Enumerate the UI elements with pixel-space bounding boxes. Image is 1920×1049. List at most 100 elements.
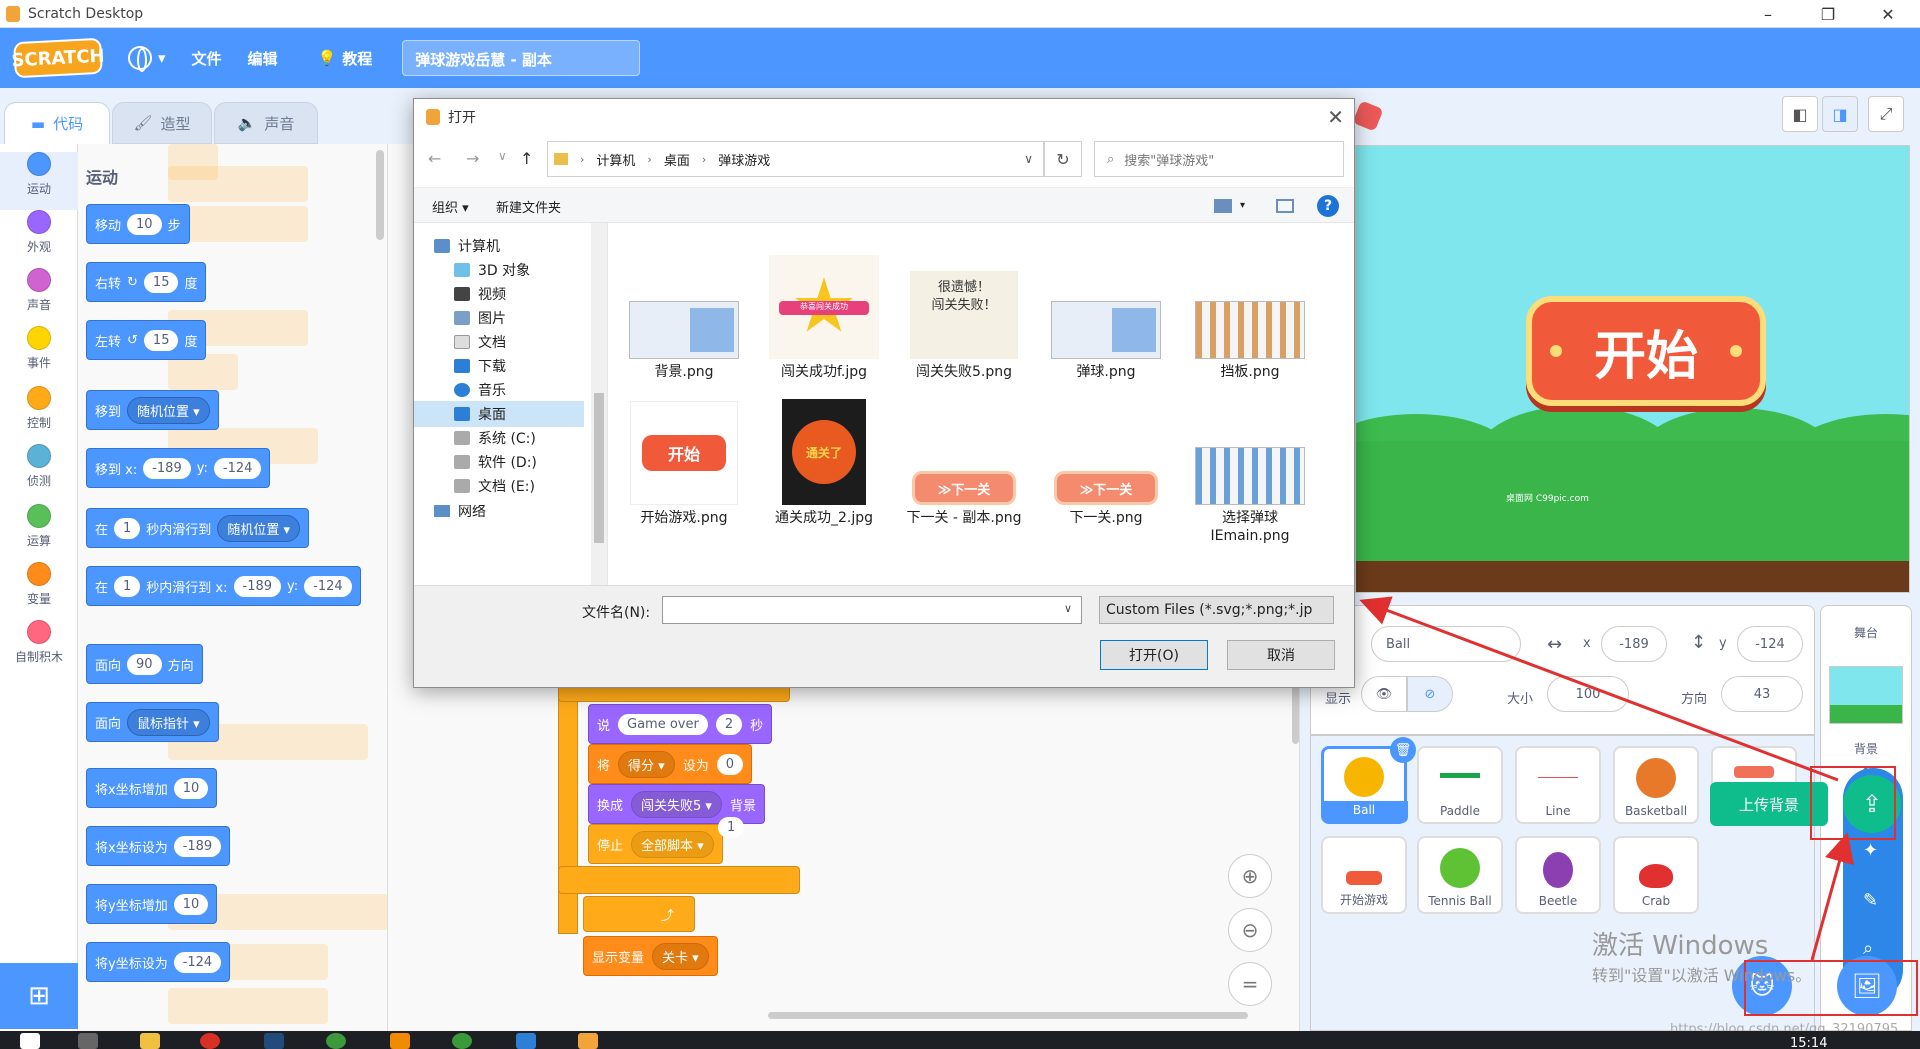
cancel-button[interactable]: 取消 [1227,640,1335,670]
small-stage-button[interactable]: ◧ [1782,96,1818,132]
show-variable-block[interactable]: 显示变量 关卡 ▾ [583,936,718,976]
tree-scroll-thumb[interactable] [594,393,604,543]
file-item[interactable]: 背景.png [619,249,749,381]
filename-input[interactable] [662,596,1082,624]
delete-sprite-button[interactable]: 🗑 [1390,737,1416,763]
palette-scrollbar[interactable] [376,150,384,240]
block-dropdown[interactable]: 关卡 ▾ [652,942,709,970]
block-text-input[interactable]: Game over [618,713,708,735]
block-number-input[interactable]: -124 [213,457,262,479]
category-variables[interactable]: 变量 [0,562,78,620]
tree-item-downloads[interactable]: 下载 [454,353,604,379]
app-icon[interactable] [390,1033,410,1049]
breadcrumb-folder[interactable]: 弹球游戏 [718,150,770,169]
new-folder-button[interactable]: 新建文件夹 [496,197,561,216]
loop-arrow-block[interactable]: ⤴ [583,896,695,932]
organize-menu[interactable]: 组织 ▾ [432,197,469,216]
category-motion[interactable]: 运动 [0,152,78,210]
change-x-block[interactable]: 将x坐标增加 10 [86,768,218,808]
file-item[interactable]: 开始 开始游戏.png [619,395,749,527]
block-dropdown[interactable]: 全部脚本 ▾ [631,830,714,858]
goto-block[interactable]: 移到 随机位置 ▾ [86,390,219,430]
chrome-icon[interactable] [200,1033,220,1049]
tree-item-music[interactable]: 音乐 [454,377,604,403]
scratch-taskbar-icon[interactable] [578,1033,598,1049]
tree-item-desktop[interactable]: 桌面 [414,401,584,427]
zoom-in-button[interactable]: ⊕ [1228,854,1272,898]
stop-block[interactable]: 停止 全部脚本 ▾ [588,824,723,864]
zoom-reset-button[interactable]: = [1228,962,1272,1006]
block-number-input[interactable]: 90 [127,653,162,675]
file-type-select[interactable]: Custom Files (*.svg;*.png;*.jp [1099,596,1334,624]
file-item[interactable]: 挡板.png [1185,249,1315,381]
file-item[interactable]: 很遗憾！ 闯关失败！ 闯关失败5.png [899,249,1029,381]
add-extension-button[interactable]: ⊞ [0,963,78,1029]
breadcrumb-computer[interactable]: 计算机 [596,150,635,169]
sprite-y-input[interactable]: -124 [1737,626,1803,662]
tree-item-pictures[interactable]: 图片 [454,305,604,331]
sprite-size-input[interactable]: 100 [1547,676,1629,712]
app-icon[interactable] [326,1033,346,1049]
category-myblocks[interactable]: 自制积木 [0,620,78,678]
block-number-input[interactable]: 10 [173,777,209,799]
file-item[interactable]: ≫下一关 下一关.png [1041,395,1171,527]
category-looks[interactable]: 外观 [0,210,78,268]
view-options-icon[interactable] [1214,199,1232,213]
up-arrow-icon[interactable]: ↑ [520,149,533,168]
sprite-name-input[interactable]: Ball [1371,626,1521,662]
fullscreen-button[interactable]: ⤢ [1868,96,1904,132]
goto-xy-block[interactable]: 移到 x: -189 y: -124 [86,448,271,488]
set-x-block[interactable]: 将x坐标设为 -189 [86,826,231,866]
minimize-button[interactable]: – [1740,0,1796,28]
block-dropdown[interactable]: 得分 ▾ [618,750,675,778]
search-input[interactable]: ⌕ 搜索"弹球游戏" [1094,141,1344,177]
tab-sounds[interactable]: 🔈 声音 [214,102,318,144]
edit-menu[interactable]: 编辑 [248,48,278,69]
sprite-tile-beetle[interactable]: Beetle [1515,836,1601,914]
block-number-input[interactable]: 10 [127,213,162,235]
glide-xy-block[interactable]: 在 1 秒内滑行到 x: -189 y: -124 [86,566,361,606]
back-arrow-icon[interactable]: ← [428,149,441,168]
tree-item-drive-e[interactable]: 文档 (E:) [454,473,604,499]
tutorials-menu[interactable]: 💡 教程 [318,48,373,69]
scratch-logo[interactable]: SCRATCH [11,37,105,79]
file-item[interactable]: 选择弹球IEmain.png [1185,395,1315,545]
category-sound[interactable]: 声音 [0,268,78,326]
block-number-input[interactable]: -189 [173,835,222,857]
sprite-tile-start-game[interactable]: 开始游戏 [1321,836,1407,914]
sprite-tile-ball[interactable]: Ball 🗑 [1321,737,1416,824]
block-number-input[interactable]: 15 [143,271,179,293]
sprite-tile-paddle[interactable]: Paddle [1417,746,1503,824]
stop-icon[interactable] [1352,100,1384,132]
sprite-tile-line[interactable]: Line [1515,746,1601,824]
chevron-down-icon[interactable]: ∨ [1064,602,1072,615]
help-button[interactable]: ? [1317,195,1339,217]
sprite-direction-input[interactable]: 43 [1721,676,1803,712]
sprite-tile-crab[interactable]: Crab [1613,836,1699,914]
windows-start-icon[interactable] [20,1033,40,1049]
block-number-input[interactable]: -189 [143,457,191,479]
category-sensing[interactable]: 侦测 [0,444,78,502]
block-dropdown[interactable]: 随机位置 ▾ [127,396,210,424]
set-variable-block[interactable]: 将得分 ▾ 设为 0 [588,744,752,784]
turn-right-block[interactable]: 右转 ↻ 15 度 [86,262,207,302]
block-number-input[interactable]: 2 [715,713,743,735]
category-operators[interactable]: 运算 [0,504,78,562]
sprite-x-input[interactable]: -189 [1601,626,1667,662]
file-explorer-icon[interactable] [140,1033,160,1049]
set-y-block[interactable]: 将y坐标设为 -124 [86,942,231,982]
glide-block[interactable]: 在 1 秒内滑行到 随机位置 ▾ [86,508,309,548]
tree-item-3d-objects[interactable]: 3D 对象 [454,257,604,283]
project-title-input[interactable]: 弹球游戏岳慧 - 副本 [402,40,641,76]
block-number-input[interactable]: 0 [716,753,743,775]
maximize-button[interactable]: ❐ [1800,0,1856,28]
point-towards-block[interactable]: 面向 鼠标指针 ▾ [86,702,219,742]
block-number-input[interactable]: 1 [114,575,141,597]
refresh-button[interactable]: ↻ [1044,141,1082,177]
tree-item-network[interactable]: 网络 [434,505,584,517]
workspace-h-scrollbar[interactable] [388,1010,1290,1020]
tree-item-computer[interactable]: 计算机 [434,233,584,259]
paint-icon[interactable]: ✎ [1863,890,1878,911]
app-icon[interactable] [452,1033,472,1049]
block-number-input[interactable]: 15 [143,329,179,351]
